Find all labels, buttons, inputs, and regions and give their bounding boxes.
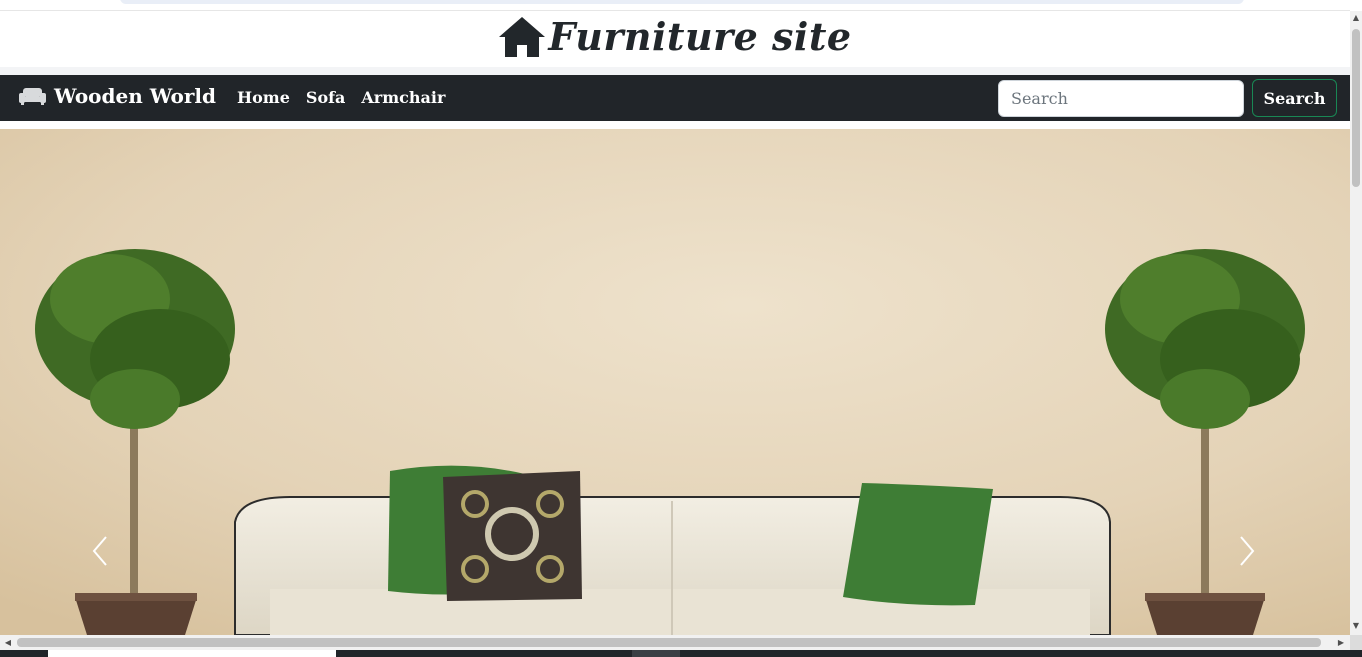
site-title-text: Furniture site: [548, 14, 852, 59]
navbar-brand[interactable]: Wooden World: [19, 84, 216, 108]
pillow-patterned: [443, 471, 582, 601]
vertical-scroll-thumb[interactable]: [1352, 29, 1360, 187]
site-header: Furniture site: [0, 11, 1350, 67]
navbar-spacer: [0, 121, 1350, 129]
pillow-green-right: [843, 483, 993, 606]
search-button[interactable]: Search: [1252, 79, 1337, 117]
hero-image-living-room: [0, 129, 1350, 635]
header-divider: [0, 67, 1350, 75]
carousel-prev-button[interactable]: [80, 529, 120, 573]
search-input[interactable]: [998, 80, 1244, 117]
main-navbar: Wooden World Home Sofa Armchair Search: [0, 75, 1350, 121]
horizontal-scrollbar[interactable]: ◀ ▶: [0, 635, 1350, 650]
hero-carousel: [0, 129, 1350, 635]
page-title: Furniture site: [498, 14, 851, 59]
chevron-right-icon: [1240, 536, 1255, 566]
vertical-scrollbar[interactable]: ▲ ▼: [1350, 11, 1362, 635]
scroll-left-arrow-icon[interactable]: ◀: [3, 637, 13, 648]
scroll-right-arrow-icon[interactable]: ▶: [1336, 637, 1346, 648]
browser-address-bar-edge: [120, 0, 1244, 4]
below-fold-block: [632, 650, 680, 657]
scrollbar-corner: [1350, 635, 1362, 650]
brand-label: Wooden World: [54, 84, 217, 108]
browser-top-strip: [0, 0, 1350, 11]
nav-links: Home Sofa Armchair: [237, 88, 445, 107]
nav-link-armchair[interactable]: Armchair: [361, 88, 445, 107]
horizontal-scroll-thumb[interactable]: [17, 638, 1321, 647]
chevron-left-icon: [92, 536, 107, 566]
below-fold-card: [48, 650, 336, 657]
carousel-next-button[interactable]: [1227, 529, 1267, 573]
nav-link-sofa[interactable]: Sofa: [306, 88, 345, 107]
house-icon: [499, 16, 546, 57]
sofa-icon: [19, 88, 46, 105]
scroll-down-arrow-icon[interactable]: ▼: [1352, 621, 1360, 631]
scroll-up-arrow-icon[interactable]: ▲: [1352, 13, 1360, 23]
nav-link-home[interactable]: Home: [237, 88, 290, 107]
